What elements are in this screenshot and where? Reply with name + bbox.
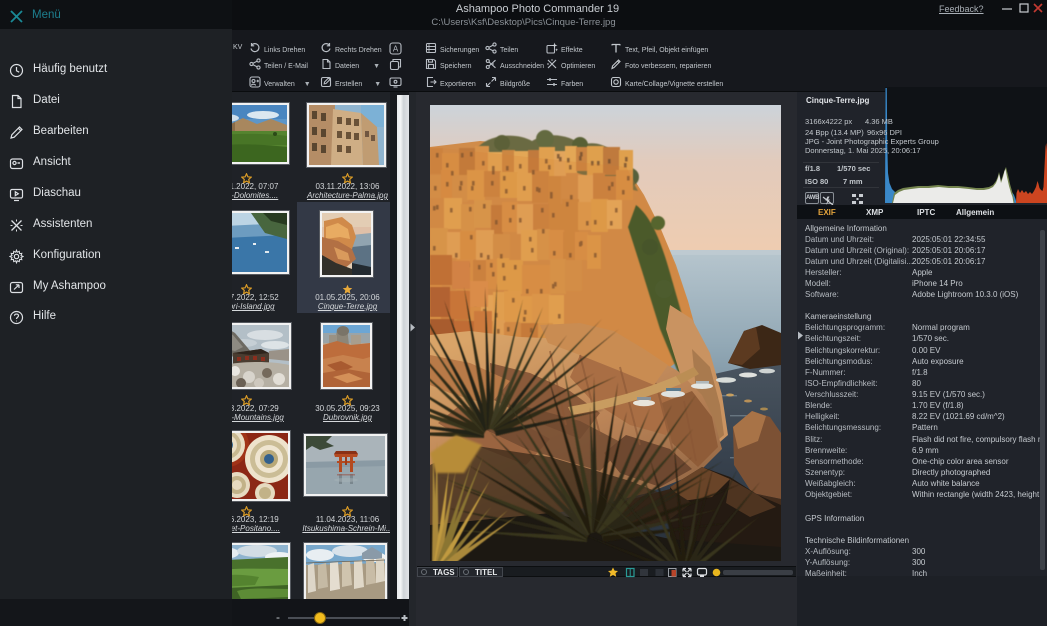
- svg-text:A: A: [393, 45, 399, 54]
